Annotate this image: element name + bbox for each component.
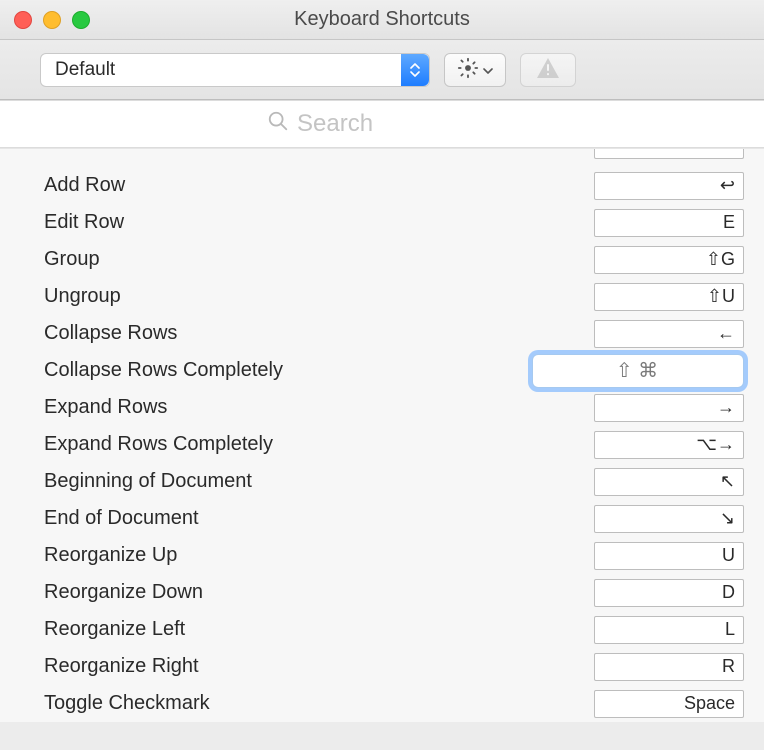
search-input[interactable] (297, 110, 497, 138)
gear-icon (457, 57, 479, 82)
zoom-button[interactable] (72, 11, 90, 29)
warning-icon (536, 57, 560, 82)
search-icon (267, 110, 289, 139)
scheme-select-value: Default (55, 59, 115, 81)
shortcut-input[interactable]: R (594, 653, 744, 681)
shortcut-input[interactable]: ↩ (594, 172, 744, 200)
shortcut-input[interactable]: D (594, 579, 744, 607)
shortcut-input[interactable]: ⌥→ (594, 431, 744, 459)
window-controls (14, 11, 90, 29)
shortcut-label: Edit Row (44, 211, 584, 234)
search-row (0, 100, 764, 148)
chevron-down-icon (483, 62, 493, 77)
table-row[interactable]: Expand Rows → (0, 389, 764, 426)
shortcut-input[interactable]: ↘ (594, 505, 744, 533)
minimize-button[interactable] (43, 11, 61, 29)
shortcut-input[interactable]: U (594, 542, 744, 570)
shortcut-label: Group (44, 248, 584, 271)
shortcut-input[interactable]: L (594, 616, 744, 644)
shortcut-input[interactable]: ← (594, 320, 744, 348)
shortcut-label: Expand Rows Completely (44, 433, 584, 456)
shortcut-input[interactable]: ⇧ ⌘ (532, 354, 744, 388)
shortcut-input[interactable] (594, 149, 744, 159)
table-row[interactable]: Reorganize Up U (0, 537, 764, 574)
conflicts-button[interactable] (520, 53, 576, 87)
shortcut-input[interactable]: ⇧U (594, 283, 744, 311)
search-field[interactable] (267, 110, 497, 139)
table-row[interactable]: Edit Row E (0, 204, 764, 241)
table-row[interactable]: Reorganize Left L (0, 611, 764, 648)
toolbar: Default (0, 40, 764, 100)
shortcut-label: Toggle Checkmark (44, 692, 584, 715)
shortcut-label: Reorganize Right (44, 655, 584, 678)
shortcuts-table: Add Row ↩ Edit Row E Group ⇧G Ungroup ⇧U Collaps… (0, 148, 764, 722)
actions-menu-button[interactable] (444, 53, 506, 87)
table-row[interactable]: Collapse Rows ← (0, 315, 764, 352)
scheme-select[interactable]: Default (40, 53, 430, 87)
table-row[interactable]: Ungroup ⇧U (0, 278, 764, 315)
shortcut-label: Expand Rows (44, 396, 584, 419)
shortcut-input[interactable]: ⇧G (594, 246, 744, 274)
shortcut-label: Collapse Rows Completely (44, 359, 522, 382)
table-row[interactable]: Beginning of Document ↖ (0, 463, 764, 500)
shortcut-label: Reorganize Down (44, 581, 584, 604)
shortcut-label: Collapse Rows (44, 322, 584, 345)
shortcut-label: Beginning of Document (44, 470, 584, 493)
select-stepper-icon (401, 54, 429, 86)
window-title: Keyboard Shortcuts (0, 8, 764, 31)
shortcut-input[interactable]: → (594, 394, 744, 422)
shortcut-input[interactable]: E (594, 209, 744, 237)
table-row[interactable]: Reorganize Right R (0, 648, 764, 685)
window-titlebar: Keyboard Shortcuts (0, 0, 764, 40)
table-row[interactable]: Reorganize Down D (0, 574, 764, 611)
shortcut-label: End of Document (44, 507, 584, 530)
shortcut-label: Ungroup (44, 285, 584, 308)
table-row[interactable]: Group ⇧G (0, 241, 764, 278)
close-button[interactable] (14, 11, 32, 29)
shortcut-label: Add Row (44, 174, 584, 197)
table-row-partial (0, 149, 764, 167)
table-row[interactable]: Collapse Rows Completely ⇧ ⌘ (0, 352, 764, 389)
table-row[interactable]: Add Row ↩ (0, 167, 764, 204)
shortcut-label: Reorganize Up (44, 544, 584, 567)
table-row[interactable]: Expand Rows Completely ⌥→ (0, 426, 764, 463)
table-row[interactable]: Toggle Checkmark Space (0, 685, 764, 722)
shortcut-label: Reorganize Left (44, 618, 584, 641)
table-row[interactable]: End of Document ↘ (0, 500, 764, 537)
shortcut-input[interactable]: ↖ (594, 468, 744, 496)
shortcut-input[interactable]: Space (594, 690, 744, 718)
